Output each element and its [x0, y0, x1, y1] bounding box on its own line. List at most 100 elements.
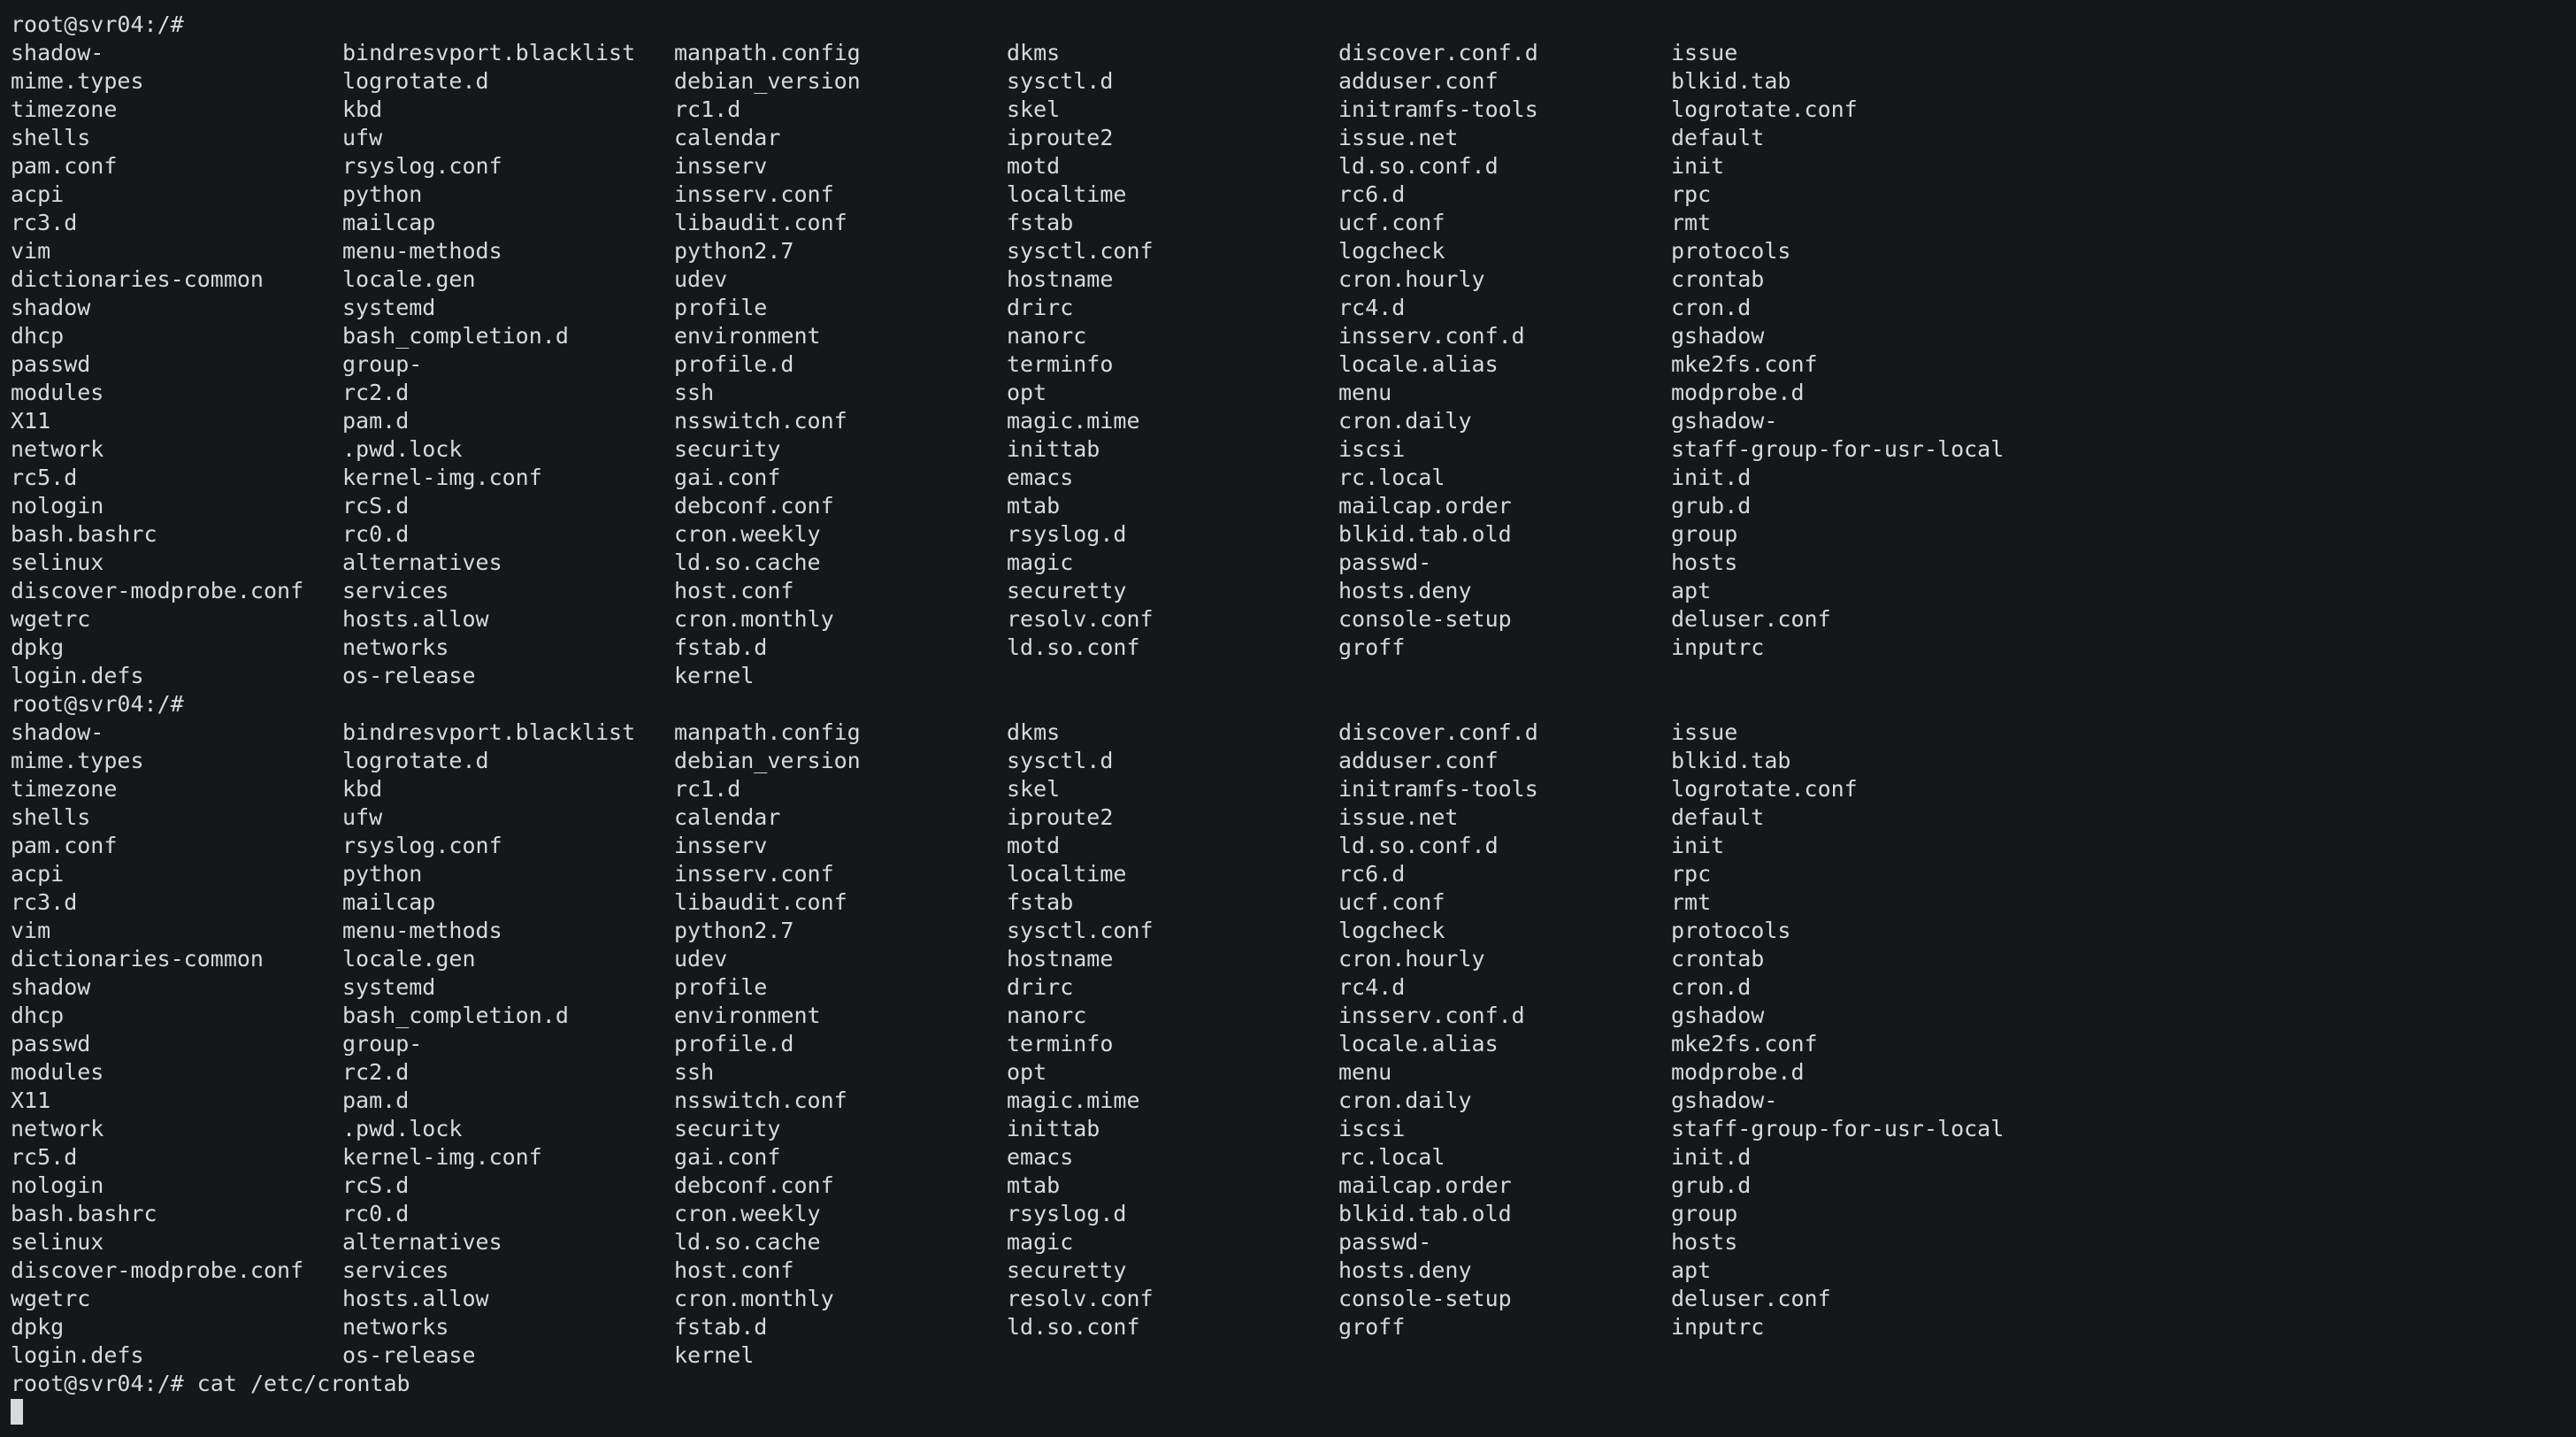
file-entry: passwd- — [1338, 1229, 1432, 1255]
file-entry: udev — [674, 266, 728, 292]
file-entry: debconf.conf — [674, 493, 834, 519]
file-entry: motd — [1007, 833, 1061, 858]
file-entry: group — [1671, 521, 1738, 547]
file-entry: modprobe.d — [1671, 1059, 1805, 1085]
file-entry: ssh — [674, 1059, 715, 1085]
file-entry: ld.so.cache — [674, 1229, 821, 1255]
file-entry: terminfo — [1007, 1031, 1114, 1057]
file-entry: localtime — [1007, 861, 1127, 887]
file-entry: modprobe.d — [1671, 380, 1805, 405]
file-entry: mailcap.order — [1338, 493, 1512, 519]
file-entry: logrotate.conf — [1671, 776, 1858, 802]
file-entry: resolv.conf — [1007, 606, 1154, 632]
file-entry: blkid.tab.old — [1338, 521, 1512, 547]
file-entry: systemd — [342, 974, 436, 1000]
file-entry: dkms — [1007, 719, 1061, 745]
file-entry: skel — [1007, 96, 1061, 122]
file-entry: host.conf — [674, 1257, 794, 1283]
file-entry: fstab — [1007, 210, 1074, 235]
file-entry: opt — [1007, 380, 1047, 405]
file-entry: vim — [11, 238, 51, 264]
file-entry: libaudit.conf — [674, 210, 847, 235]
file-entry: resolv.conf — [1007, 1286, 1154, 1311]
file-entry — [1007, 1341, 1338, 1370]
file-entry: cron.monthly — [674, 1286, 834, 1311]
file-entry: logcheck — [1338, 238, 1445, 264]
file-entry: dkms — [1007, 40, 1061, 65]
file-entry: os-release — [342, 1342, 476, 1368]
file-entry: issue.net — [1338, 804, 1459, 830]
file-entry — [1338, 662, 1671, 690]
input-line[interactable] — [11, 1398, 2576, 1426]
file-entry: kbd — [342, 776, 383, 802]
file-entry: calendar — [674, 125, 781, 150]
file-entry: pam.conf — [11, 833, 118, 858]
file-entry: pam.conf — [11, 153, 118, 179]
file-entry: default — [1671, 125, 1765, 150]
terminal-window[interactable]: root@svr04:/# shadow-bindresvport.blackl… — [0, 0, 2576, 1437]
file-entry: hosts.allow — [342, 606, 489, 632]
file-entry: vim — [11, 918, 51, 943]
file-entry: calendar — [674, 804, 781, 830]
file-entry: bindresvport.blacklist — [342, 719, 636, 745]
file-entry: blkid.tab — [1671, 748, 1791, 773]
file-entry: cron.daily — [1338, 408, 1472, 434]
file-entry: menu-methods — [342, 238, 502, 264]
file-entry: rsyslog.d — [1007, 1201, 1127, 1226]
prompt-line: root@svr04:/# — [11, 11, 2576, 39]
file-entry: gai.conf — [674, 465, 781, 490]
file-entry: ld.so.conf.d — [1338, 833, 1499, 858]
file-entry: issue — [1671, 719, 1738, 745]
file-entry: nologin — [11, 493, 104, 519]
file-entry: discover-modprobe.conf — [11, 1257, 304, 1283]
file-entry: hosts.allow — [342, 1286, 489, 1311]
file-entry: issue — [1671, 40, 1738, 65]
file-entry: initramfs-tools — [1338, 776, 1538, 802]
text-cursor — [11, 1399, 23, 1425]
file-entry: cron.hourly — [1338, 946, 1485, 972]
file-entry: ld.so.conf.d — [1338, 153, 1499, 179]
file-entry: init.d — [1671, 1144, 1752, 1170]
file-entry: locale.alias — [1338, 351, 1499, 377]
file-entry: bash.bashrc — [11, 521, 157, 547]
file-entry: insserv.conf.d — [1338, 323, 1525, 349]
file-entry: rc1.d — [674, 96, 741, 122]
file-entry: kbd — [342, 96, 383, 122]
file-entry: services — [342, 578, 449, 603]
file-entry: login.defs — [11, 663, 144, 688]
file-entry: logrotate.d — [342, 748, 489, 773]
file-entry: rc2.d — [342, 1059, 410, 1085]
file-entry: deluser.conf — [1671, 606, 1831, 632]
file-entry: mailcap — [342, 210, 436, 235]
file-entry: shells — [11, 804, 91, 830]
file-entry: pam.d — [342, 1087, 410, 1113]
file-entry: cron.weekly — [674, 1201, 821, 1226]
file-entry: security — [674, 1116, 781, 1141]
file-entry: apt — [1671, 1257, 1712, 1283]
file-entry: rsyslog.conf — [342, 833, 502, 858]
file-entry: rc3.d — [11, 889, 78, 915]
file-entry: terminfo — [1007, 351, 1114, 377]
file-entry: gshadow — [1671, 1003, 1765, 1028]
file-entry: X11 — [11, 1087, 51, 1113]
file-entry: profile.d — [674, 351, 794, 377]
file-entry: bash_completion.d — [342, 323, 569, 349]
file-entry: networks — [342, 1314, 449, 1340]
file-entry: insserv.conf — [674, 861, 834, 887]
file-entry: group — [1671, 1201, 1738, 1226]
file-entry: rc5.d — [11, 1144, 78, 1170]
file-entry: staff-group-for-usr-local — [1671, 1116, 2005, 1141]
file-entry: crontab — [1671, 946, 1765, 972]
file-entry: rc2.d — [342, 380, 410, 405]
file-entry: group- — [342, 1031, 423, 1057]
file-entry: hosts — [1671, 549, 1738, 575]
file-entry: manpath.config — [674, 719, 861, 745]
file-entry: localtime — [1007, 181, 1127, 207]
file-entry: ufw — [342, 125, 383, 150]
file-entry: motd — [1007, 153, 1061, 179]
file-entry: inputrc — [1671, 1314, 1765, 1340]
file-entry: rmt — [1671, 210, 1712, 235]
file-entry: python2.7 — [674, 238, 794, 264]
file-entry: wgetrc — [11, 606, 91, 632]
file-entry: iscsi — [1338, 1116, 1406, 1141]
